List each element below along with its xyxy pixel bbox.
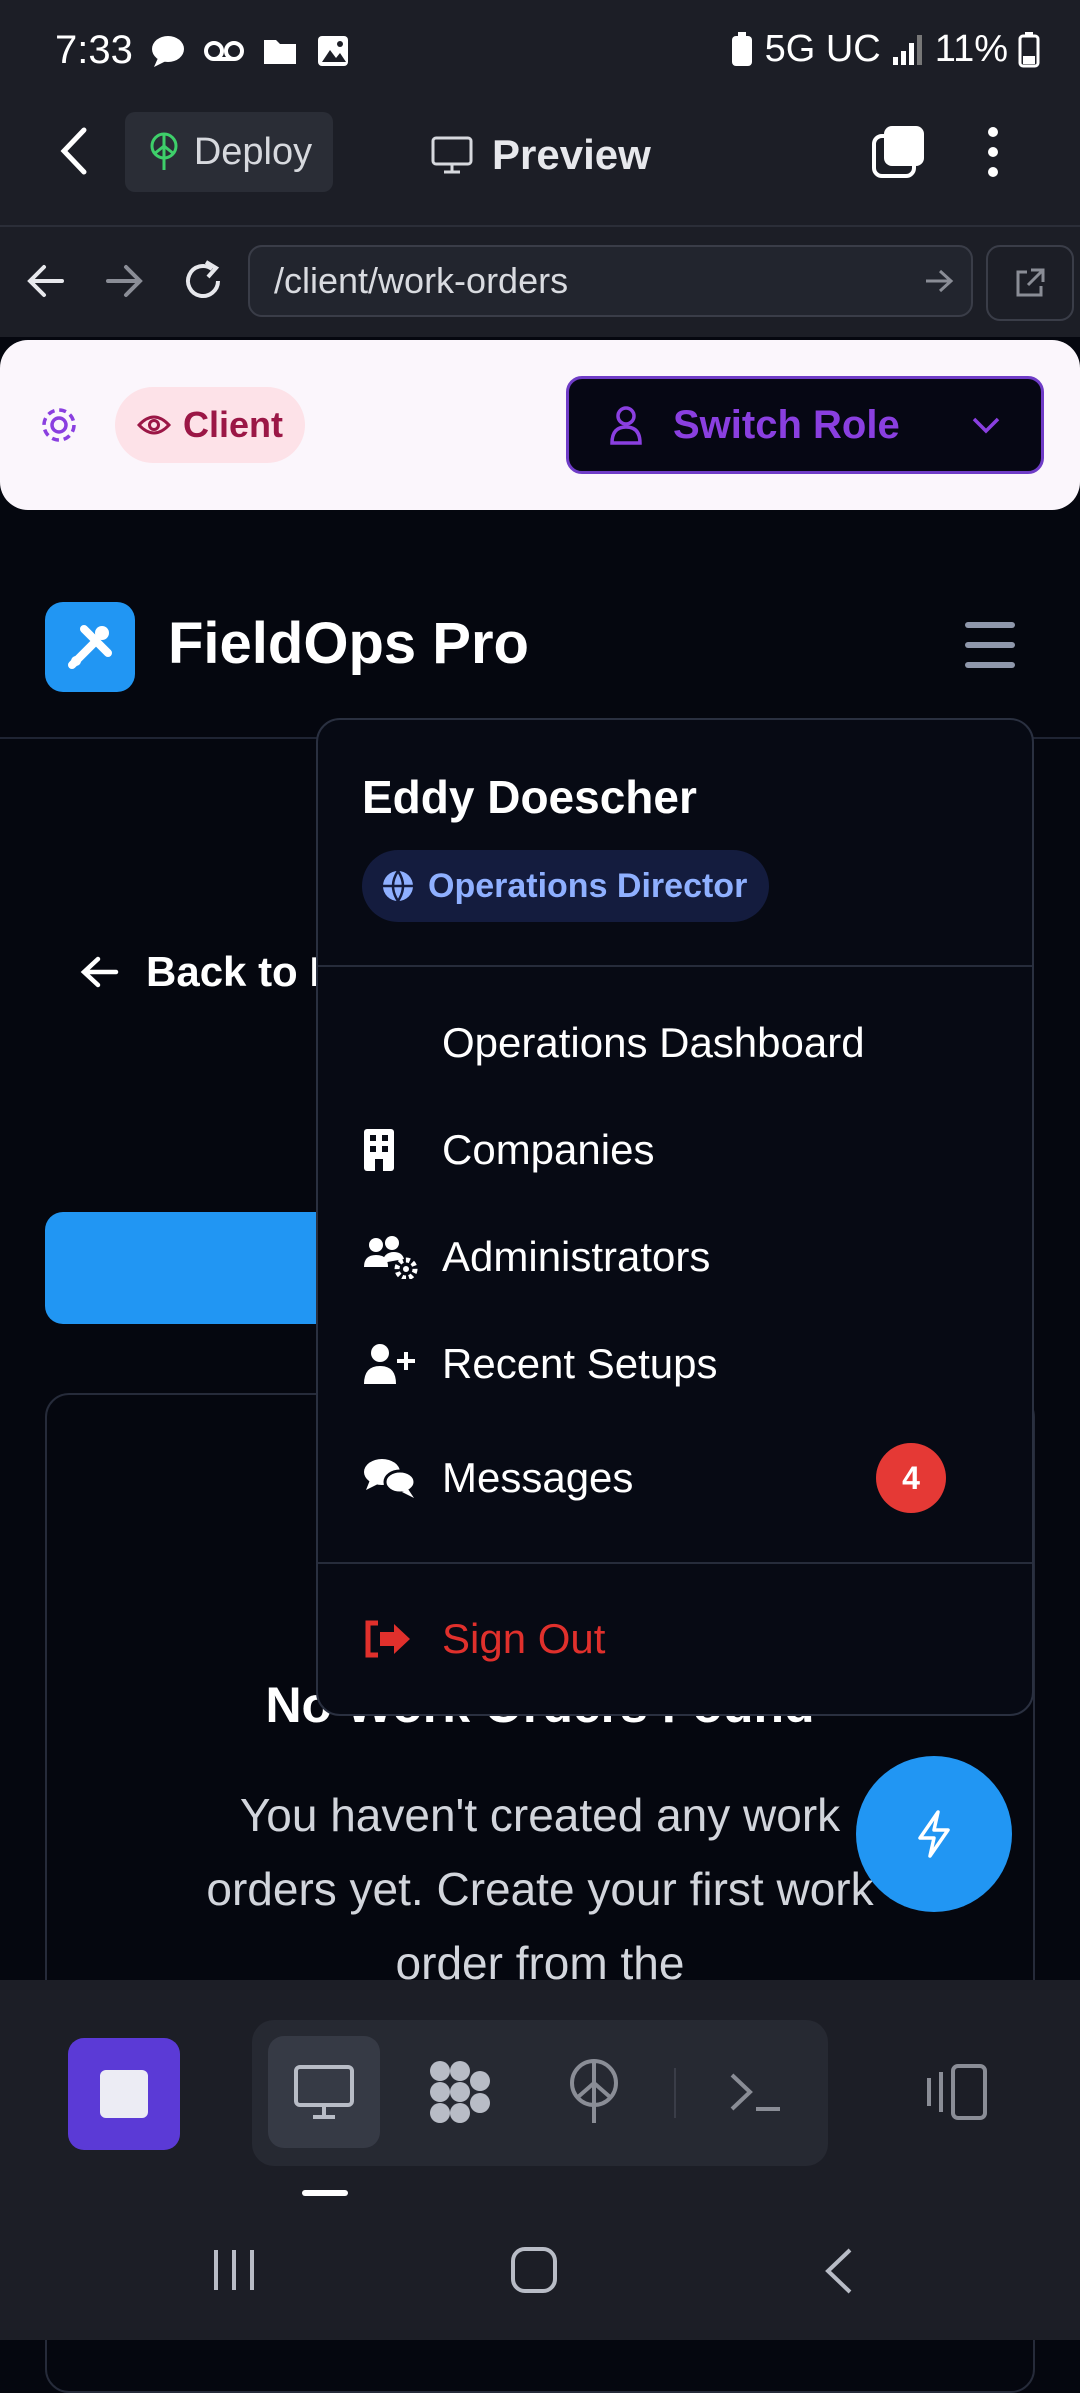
- recent-apps-icon[interactable]: [210, 2248, 258, 2297]
- menu-item-label: Companies: [442, 1126, 655, 1173]
- deploy-button[interactable]: Deploy: [125, 112, 333, 192]
- stop-button[interactable]: [68, 2038, 180, 2150]
- menu-user-role: Operations Director: [428, 866, 748, 905]
- terminal-icon[interactable]: [700, 2036, 812, 2148]
- globe-icon: [383, 870, 413, 904]
- menu-item-messages[interactable]: Messages 4: [362, 1443, 992, 1513]
- browser-forward-icon[interactable]: [104, 262, 144, 305]
- url-input[interactable]: /client/work-orders: [248, 245, 973, 317]
- menu-divider: [318, 965, 1032, 967]
- battery-icon: [1018, 31, 1040, 67]
- status-right: 5G UC 11%: [729, 28, 1040, 71]
- menu-icon[interactable]: [965, 622, 1015, 668]
- browser-back-icon[interactable]: [26, 262, 66, 305]
- chat-notification-icon: [152, 36, 184, 67]
- empty-state-description: You haven't created any work orders yet.…: [206, 1789, 874, 1989]
- notification-icons: [150, 34, 350, 68]
- quick-action-fab[interactable]: [856, 1756, 1012, 1912]
- signal-icon: [892, 34, 922, 65]
- gallery-icon: [318, 36, 348, 66]
- battery-saver-icon: [731, 31, 752, 66]
- menu-item-label: Administrators: [442, 1233, 711, 1280]
- deploy-tool-icon[interactable]: [538, 2036, 650, 2148]
- url-text: /client/work-orders: [274, 260, 569, 301]
- sign-out-icon: [362, 1619, 442, 1659]
- monitor-icon: [431, 136, 473, 174]
- open-external-button[interactable]: [986, 245, 1074, 321]
- status-time: 7:33: [55, 28, 133, 72]
- back-to-dashboard-link[interactable]: Back to D: [80, 948, 340, 996]
- lightning-icon: [918, 1810, 950, 1858]
- reload-icon[interactable]: [180, 258, 226, 309]
- menu-item-label: Operations Dashboard: [442, 1019, 865, 1066]
- messages-count-badge: 4: [876, 1443, 946, 1513]
- user-icon: [610, 406, 642, 445]
- stop-icon: [100, 2070, 148, 2118]
- back-link-label: Back to D: [146, 948, 340, 995]
- toolbar-indicator: [302, 2190, 348, 2196]
- switch-role-button[interactable]: Switch Role: [566, 376, 1044, 474]
- deploy-label: Deploy: [193, 130, 313, 173]
- tool-divider: [674, 2068, 676, 2118]
- users-gear-icon: [362, 1235, 442, 1279]
- back-icon[interactable]: [58, 126, 88, 181]
- battery-percent: 11%: [934, 28, 1008, 70]
- user-plus-icon: [362, 1342, 442, 1386]
- menu-item-recent-setups[interactable]: Recent Setups: [362, 1329, 992, 1399]
- device-rotate-icon[interactable]: [900, 2036, 1012, 2148]
- chat-icon: [362, 1456, 442, 1500]
- menu-item-administrators[interactable]: Administrators: [362, 1222, 992, 1292]
- menu-item-companies[interactable]: Companies: [362, 1115, 992, 1185]
- preview-tab[interactable]: Preview: [430, 125, 651, 185]
- more-options-icon[interactable]: [986, 124, 1000, 185]
- app-name: FieldOps Pro: [168, 611, 529, 676]
- tools-icon: [68, 625, 112, 669]
- folder-icon: [264, 40, 296, 64]
- eye-icon: [136, 415, 171, 435]
- building-icon: [362, 1127, 442, 1173]
- switch-role-label: Switch Role: [673, 402, 900, 447]
- preview-label: Preview: [492, 131, 651, 178]
- arrow-left-icon: [80, 956, 119, 988]
- menu-item-label: Messages: [442, 1454, 634, 1501]
- current-role-badge: Client: [115, 387, 305, 463]
- menu-divider: [318, 1562, 1032, 1564]
- settings-icon[interactable]: [38, 404, 80, 451]
- app-logo: [45, 602, 135, 692]
- menu-item-label: Recent Setups: [442, 1340, 718, 1387]
- preview-monitor-icon[interactable]: [268, 2036, 380, 2148]
- deploy-icon: [150, 132, 178, 170]
- home-icon[interactable]: [510, 2246, 558, 2299]
- network-label: 5G UC: [764, 28, 881, 70]
- tabs-icon[interactable]: [870, 124, 926, 185]
- menu-user-name: Eddy Doescher: [362, 771, 697, 823]
- menu-user-role-badge: Operations Director: [362, 850, 770, 922]
- sign-out-label: Sign Out: [442, 1615, 606, 1662]
- sign-out-button[interactable]: Sign Out: [362, 1604, 992, 1674]
- current-role-label: Client: [182, 404, 283, 445]
- menu-item-operations-dashboard[interactable]: Operations Dashboard: [362, 1008, 992, 1078]
- agent-icon[interactable]: [404, 2036, 516, 2148]
- external-link-icon: [1016, 268, 1045, 297]
- system-back-icon[interactable]: [822, 2246, 856, 2301]
- voicemail-icon: [204, 41, 244, 61]
- url-go-icon[interactable]: [924, 268, 954, 299]
- chevron-down-icon: [972, 417, 1000, 434]
